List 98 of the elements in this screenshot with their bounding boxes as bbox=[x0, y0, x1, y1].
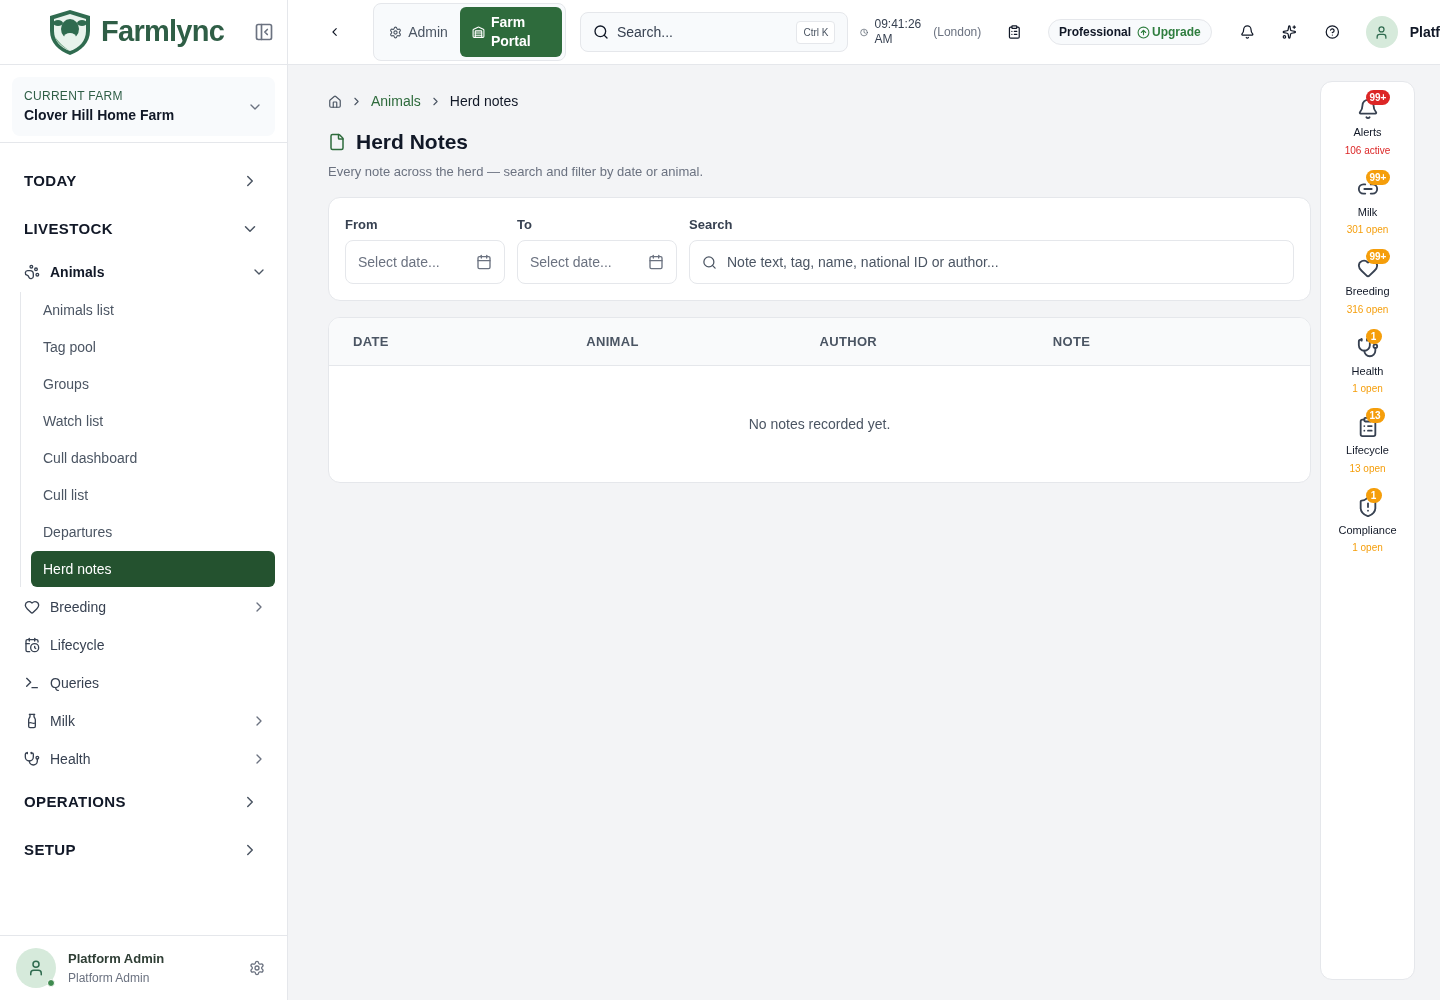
rail-label: Health bbox=[1351, 363, 1384, 379]
filter-label: To bbox=[517, 215, 533, 234]
clock-timezone: (London) bbox=[933, 24, 982, 41]
user-name: Platform Admin bbox=[68, 950, 166, 969]
plan-name: Professional bbox=[1058, 24, 1131, 41]
calendar-clock-icon bbox=[24, 637, 40, 653]
paw-icon bbox=[24, 264, 40, 280]
breadcrumb-link[interactable]: Animals bbox=[371, 91, 421, 112]
nav-subitem[interactable]: Herd notes bbox=[31, 551, 275, 587]
search-field[interactable]: Note text, tag, name, national ID or author... bbox=[689, 240, 1294, 284]
nav-section[interactable]: LIVESTOCK bbox=[0, 205, 275, 253]
nav-item[interactable]: Animals bbox=[0, 253, 275, 291]
rail-item[interactable]: 1 Compliance 1 open bbox=[1321, 489, 1414, 555]
user-role: Platform Admin bbox=[68, 969, 151, 987]
count-badge: 1 bbox=[1365, 487, 1382, 503]
rail-status: 1 open bbox=[1352, 382, 1383, 396]
heart-icon bbox=[24, 599, 40, 615]
page-title: Herd Notes bbox=[356, 129, 469, 155]
date-field[interactable]: Select date... bbox=[517, 240, 677, 284]
filter-label: From bbox=[345, 215, 379, 234]
nav-subitem[interactable]: Groups bbox=[31, 366, 275, 402]
clock-time: 09:41:26 AM bbox=[874, 17, 922, 47]
column-header: DATE bbox=[353, 332, 390, 351]
rail-item[interactable]: 99+ Breeding 316 open bbox=[1321, 251, 1414, 317]
count-badge: 99+ bbox=[1365, 169, 1391, 185]
rail-label: Alerts bbox=[1353, 125, 1382, 140]
user-icon bbox=[1374, 24, 1390, 40]
upgrade-link[interactable]: Upgrade bbox=[1137, 23, 1201, 41]
warehouse-icon bbox=[471, 25, 485, 39]
nav-section[interactable]: TODAY bbox=[0, 157, 275, 205]
column-header: ANIMAL bbox=[586, 332, 640, 351]
date-field[interactable]: Select date... bbox=[345, 240, 505, 284]
home-icon[interactable] bbox=[328, 94, 342, 109]
nav-subitem[interactable]: Tag pool bbox=[31, 329, 275, 365]
nav-item[interactable]: Health bbox=[0, 740, 275, 778]
clock-icon bbox=[860, 26, 869, 38]
user-avatar[interactable] bbox=[16, 948, 56, 988]
nav-subitem[interactable]: Animals list bbox=[31, 292, 275, 328]
rail-label: Milk bbox=[1357, 204, 1378, 220]
column-header: NOTE bbox=[1052, 332, 1092, 351]
nav-subitem[interactable]: Cull dashboard bbox=[31, 440, 275, 476]
mode-tab[interactable]: Admin bbox=[377, 7, 460, 57]
global-search[interactable]: Search... Ctrl K bbox=[579, 12, 849, 52]
search-icon bbox=[592, 24, 609, 40]
user-name: Platf bbox=[1409, 22, 1440, 42]
nav-item[interactable]: Lifecycle bbox=[0, 626, 275, 664]
calendar-icon bbox=[648, 254, 664, 270]
nav-section[interactable]: SETUP bbox=[0, 826, 275, 874]
empty-message: No notes recorded yet. bbox=[748, 414, 891, 434]
nav-item[interactable]: Milk bbox=[0, 702, 275, 740]
page-subtitle: Every note across the herd — search and filter by date or animal. bbox=[328, 162, 705, 181]
shortcut-hint: Ctrl K bbox=[796, 20, 836, 44]
nav-subitem[interactable]: Departures bbox=[31, 514, 275, 550]
nav-subitem[interactable]: Cull list bbox=[31, 477, 275, 513]
user-avatar[interactable] bbox=[1365, 16, 1398, 48]
breadcrumb-current: Herd notes bbox=[449, 92, 519, 111]
mode-tab[interactable]: Farm Portal bbox=[459, 7, 562, 57]
rail-item[interactable]: 1 Health 1 open bbox=[1321, 330, 1414, 396]
nav-item[interactable]: Queries bbox=[0, 664, 275, 702]
rail-status: 301 open bbox=[1346, 223, 1389, 237]
rail-item[interactable]: 99+ Milk 301 open bbox=[1321, 171, 1414, 237]
column-header: AUTHOR bbox=[819, 332, 879, 351]
farm-selector[interactable]: CURRENT FARM Clover Hill Home Farm bbox=[12, 77, 275, 136]
count-badge: 1 bbox=[1365, 328, 1382, 344]
nav-section[interactable]: OPERATIONS bbox=[0, 778, 275, 826]
farm-name: Clover Hill Home Farm bbox=[24, 106, 176, 125]
rail-status: 316 open bbox=[1346, 302, 1389, 317]
rail-status: 1 open bbox=[1352, 541, 1383, 555]
rail-item[interactable]: 99+ Alerts 106 active bbox=[1321, 92, 1414, 158]
rail-label: Compliance bbox=[1338, 522, 1397, 538]
collapse-sidebar-icon[interactable] bbox=[254, 22, 274, 42]
count-badge: 13 bbox=[1365, 408, 1385, 423]
arrow-up-circle-icon bbox=[1137, 25, 1150, 39]
search-input[interactable]: Search... bbox=[616, 21, 789, 43]
rail-status: 106 active bbox=[1344, 143, 1391, 158]
filter-label: Search bbox=[689, 215, 734, 234]
gear-icon bbox=[389, 25, 403, 39]
file-icon bbox=[328, 132, 346, 151]
brand-name: Farmlync bbox=[101, 14, 225, 50]
user-icon bbox=[27, 959, 45, 977]
search-icon bbox=[702, 255, 717, 270]
rail-label: Breeding bbox=[1345, 284, 1390, 299]
clipboard-icon[interactable] bbox=[1007, 22, 1022, 42]
settings-icon[interactable] bbox=[249, 960, 265, 976]
rail-label: Lifecycle bbox=[1346, 443, 1389, 458]
calendar-icon bbox=[476, 254, 492, 270]
terminal-icon bbox=[24, 675, 40, 691]
rail-status: 13 open bbox=[1349, 461, 1386, 476]
stethoscope-icon bbox=[24, 751, 40, 767]
count-badge: 99+ bbox=[1365, 90, 1391, 105]
rail-item[interactable]: 13 Lifecycle 13 open bbox=[1321, 410, 1414, 476]
bell-icon[interactable] bbox=[1239, 22, 1255, 42]
help-icon[interactable] bbox=[1325, 22, 1340, 42]
sparkles-icon[interactable] bbox=[1282, 22, 1297, 42]
nav-item[interactable]: Breeding bbox=[0, 588, 275, 626]
count-badge: 99+ bbox=[1365, 249, 1391, 264]
farm-label: CURRENT FARM bbox=[24, 88, 124, 105]
nav-subitem[interactable]: Watch list bbox=[31, 403, 275, 439]
